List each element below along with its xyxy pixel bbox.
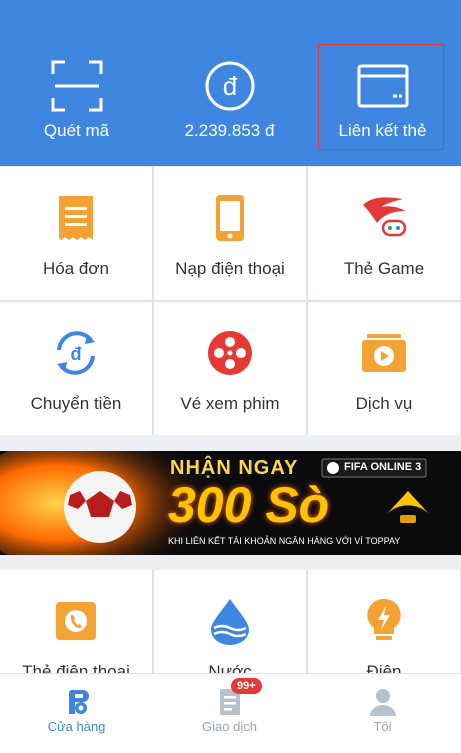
transfer-icon: đ bbox=[57, 331, 95, 375]
services-tile[interactable]: Dịch vụ bbox=[308, 302, 460, 435]
scan-icon bbox=[51, 60, 102, 112]
store-icon bbox=[68, 690, 89, 714]
football-icon bbox=[64, 471, 136, 543]
water-tile[interactable]: Nước bbox=[154, 570, 306, 673]
phone-topup-tile[interactable]: Nạp điện thoại bbox=[154, 167, 306, 300]
electricity-label: Điện bbox=[366, 662, 402, 673]
promo-brand: FIFA ONLINE 3 bbox=[344, 461, 422, 473]
scan-qr-button[interactable]: Quét mã bbox=[0, 0, 153, 166]
phone-topup-label: Nạp điện thoại bbox=[175, 259, 285, 278]
bill-tile[interactable]: Hóa đơn bbox=[0, 167, 152, 300]
services-icon bbox=[362, 334, 406, 372]
utility-grid: Thẻ điện thoại Nước Điện bbox=[0, 570, 461, 673]
svg-text:đ: đ bbox=[222, 71, 237, 101]
promo-subtitle: KHI LIÊN KẾT TÀI KHOẢN NGÂN HÀNG VỚI VÍ … bbox=[168, 536, 401, 546]
services-label: Dịch vụ bbox=[355, 394, 413, 413]
phone-card-tile[interactable]: Thẻ điện thoại bbox=[0, 570, 152, 673]
bill-icon bbox=[59, 196, 93, 240]
movie-ticket-tile[interactable]: Vé xem phim bbox=[154, 302, 306, 435]
tab-store[interactable]: Cửa hàng bbox=[0, 674, 153, 753]
wallet-header: Quét mã đ 2.239.853 đ Liên kết thẻ bbox=[0, 0, 461, 166]
balance-button[interactable]: đ 2.239.853 đ bbox=[153, 0, 306, 166]
phone-card-label: Thẻ điện thoại bbox=[22, 662, 130, 673]
bill-label: Hóa đơn bbox=[43, 259, 109, 278]
game-card-icon bbox=[363, 197, 407, 237]
promo-banner[interactable]: NHẬN NGAY FIFA ONLINE 3 300 Sò KHI LIÊN … bbox=[0, 451, 461, 555]
tab-profile[interactable]: Tôi bbox=[306, 674, 459, 753]
bulb-icon bbox=[367, 598, 401, 640]
tab-transactions-label: Giao dịch bbox=[202, 719, 257, 734]
dong-coin-icon: đ bbox=[205, 61, 254, 111]
bottom-tab-bar: Cửa hàng 99+ Giao dịch Tôi bbox=[0, 673, 461, 753]
profile-icon bbox=[369, 689, 396, 716]
transfer-label: Chuyển tiền bbox=[30, 394, 122, 413]
water-drop-icon bbox=[211, 599, 249, 645]
scan-label: Quét mã bbox=[43, 121, 110, 140]
film-reel-icon bbox=[208, 331, 252, 375]
seashell-icon bbox=[386, 491, 430, 523]
phone-card-icon bbox=[56, 602, 96, 640]
service-grid: Hóa đơn Nạp điện thoại Thẻ Game đ Chuyển… bbox=[0, 167, 461, 435]
balance-label: 2.239.853 đ bbox=[184, 121, 275, 140]
game-card-tile[interactable]: Thẻ Game bbox=[308, 167, 460, 300]
game-card-label: Thẻ Game bbox=[343, 259, 425, 278]
tab-store-label: Cửa hàng bbox=[47, 719, 106, 734]
water-label: Nước bbox=[208, 662, 252, 673]
svg-text:đ: đ bbox=[71, 344, 82, 364]
transfer-tile[interactable]: đ Chuyển tiền bbox=[0, 302, 152, 435]
highlight-box bbox=[318, 44, 444, 150]
movie-ticket-label: Vé xem phim bbox=[180, 394, 280, 413]
phone-topup-icon bbox=[216, 195, 244, 241]
notification-badge: 99+ bbox=[231, 678, 262, 694]
promo-headline: 300 Sò bbox=[168, 477, 330, 533]
tab-profile-label: Tôi bbox=[373, 719, 392, 734]
electricity-tile[interactable]: Điện bbox=[308, 570, 460, 673]
tab-transactions[interactable]: 99+ Giao dịch bbox=[153, 674, 306, 753]
